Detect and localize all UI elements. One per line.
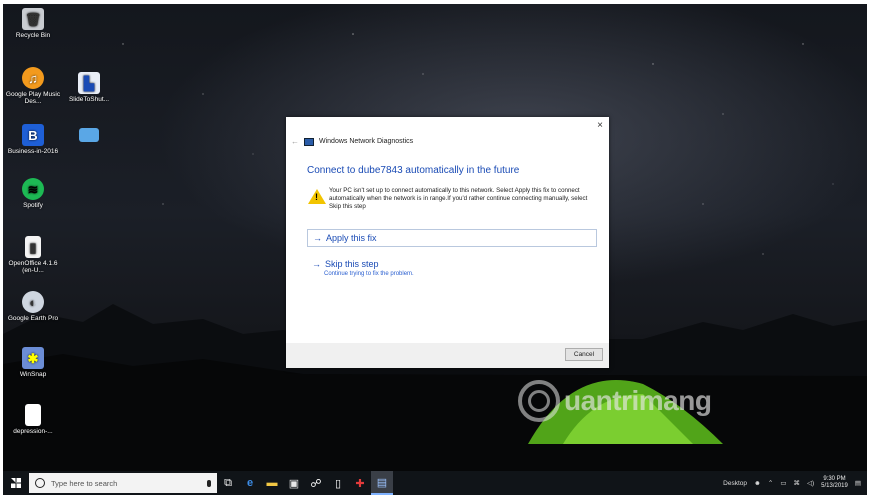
recycle-bin-icon: 🗑 (22, 8, 44, 30)
folder-icon (79, 128, 99, 142)
taskbar: Type here to search ⧉ e ▬ ▣ ☍ ▯ ✚ ▤ Desk… (3, 471, 867, 495)
desktop-icon-winsnap[interactable]: ✱ WinSnap (3, 347, 63, 378)
desktop-icon-label: WinSnap (19, 371, 47, 378)
desktop-icon-google-play-music[interactable]: ♫ Google Play Music Des... (3, 67, 63, 105)
desktop-icon-depression[interactable]: depression-... (3, 404, 63, 435)
apply-fix-button[interactable]: → Apply this fix (307, 229, 597, 247)
network-diagnostics-icon (304, 137, 314, 146)
dialog-message: Your PC isn't set up to connect automati… (329, 187, 588, 210)
desktop-icon-label: Google Play Music Des... (5, 91, 61, 105)
clock[interactable]: 9:30 PM 5/13/2019 (821, 476, 848, 491)
app-icon[interactable]: ✚ (349, 471, 371, 495)
desktop-icon-label: Google Earth Pro (7, 315, 59, 322)
desktop-toolbar-label[interactable]: Desktop (723, 480, 747, 487)
network-diagnostics-taskbar-icon[interactable]: ▤ (371, 471, 393, 495)
battery-icon[interactable]: ▭ (780, 479, 786, 487)
document-icon (25, 404, 41, 426)
desktop-icon-label: Spotify (23, 202, 43, 209)
desktop-icon-label: depression-... (13, 428, 53, 435)
watermark-logo-icon (518, 380, 560, 422)
slide-to-shutdown-icon: ▙ (78, 72, 100, 94)
people-tray-icon[interactable]: ☻ (754, 480, 761, 487)
network-diagnostics-dialog: × ← Windows Network Diagnostics Connect … (286, 117, 609, 368)
openoffice-icon: ▮ (25, 236, 41, 258)
task-view-icon[interactable]: ⧉ (217, 471, 239, 495)
clock-date: 5/13/2019 (821, 483, 848, 489)
search-placeholder: Type here to search (51, 478, 118, 488)
phone-icon[interactable]: ▯ (327, 471, 349, 495)
business-document-icon: B (22, 124, 44, 146)
people-icon[interactable]: ☍ (305, 471, 327, 495)
system-tray: Desktop ☻ ⌃ ▭ ⌘ ◁) 9:30 PM 5/13/2019 ▤ (723, 476, 867, 491)
dialog-titlebar: ← Windows Network Diagnostics (291, 137, 413, 146)
watermark-text: uantrimang (564, 385, 712, 416)
desktop-icon-business[interactable]: B Business-in-2016 (3, 124, 63, 155)
back-button[interactable]: ← (291, 137, 299, 146)
store-icon[interactable]: ▣ (283, 471, 305, 495)
skip-step-button[interactable]: → Skip this step (312, 259, 379, 269)
desktop-icon-google-earth[interactable]: ◐ Google Earth Pro (3, 291, 63, 322)
arrow-right-icon: → (313, 233, 322, 243)
desktop-icon-spotify[interactable]: ≋ Spotify (3, 178, 63, 209)
skip-step-label: Skip this step (325, 259, 379, 269)
chevron-up-icon[interactable]: ⌃ (768, 479, 773, 487)
desktop-icon-label: Recycle Bin (15, 32, 51, 39)
apply-fix-label: Apply this fix (326, 233, 377, 243)
dialog-footer: Cancel (286, 343, 609, 368)
warning-icon: ! (308, 189, 326, 204)
dialog-heading: Connect to dube7843 automatically in the… (307, 165, 520, 176)
windows-logo-icon (11, 478, 21, 488)
cancel-button[interactable]: Cancel (565, 348, 603, 361)
desktop-icon-folder[interactable] (59, 128, 119, 144)
skip-step-description: Continue trying to fix the problem. (324, 271, 414, 277)
network-icon[interactable]: ⌘ (793, 479, 800, 487)
desktop: 🗑 Recycle Bin ♫ Google Play Music Des...… (3, 4, 867, 471)
watermark: uantrimang (518, 380, 712, 422)
start-button[interactable] (3, 471, 29, 495)
file-explorer-icon[interactable]: ▬ (261, 471, 283, 495)
google-earth-icon: ◐ (22, 291, 44, 313)
clock-time: 9:30 PM (823, 475, 846, 482)
desktop-icon-recycle-bin[interactable]: 🗑 Recycle Bin (3, 8, 63, 39)
notifications-icon[interactable]: ▤ (855, 479, 861, 487)
desktop-icon-label: SlideToShut... (68, 96, 110, 103)
arrow-right-icon: → (312, 259, 321, 269)
desktop-icon-slidetoshutdown[interactable]: ▙ SlideToShut... (59, 72, 119, 103)
window-title: Windows Network Diagnostics (319, 138, 414, 145)
microphone-icon[interactable] (207, 479, 211, 487)
close-button[interactable]: × (597, 120, 603, 131)
cortana-icon (35, 478, 45, 488)
google-play-music-icon: ♫ (22, 67, 44, 89)
desktop-icon-label: OpenOffice 4.1.6 (en-U... (8, 260, 58, 274)
desktop-icon-label: Business-in-2016 (7, 148, 59, 155)
edge-icon[interactable]: e (239, 471, 261, 495)
taskbar-search-box[interactable]: Type here to search (29, 473, 217, 493)
winsnap-icon: ✱ (22, 347, 44, 369)
desktop-icon-openoffice[interactable]: ▮ OpenOffice 4.1.6 (en-U... (3, 236, 63, 274)
volume-icon[interactable]: ◁) (807, 479, 814, 487)
spotify-icon: ≋ (22, 178, 44, 200)
